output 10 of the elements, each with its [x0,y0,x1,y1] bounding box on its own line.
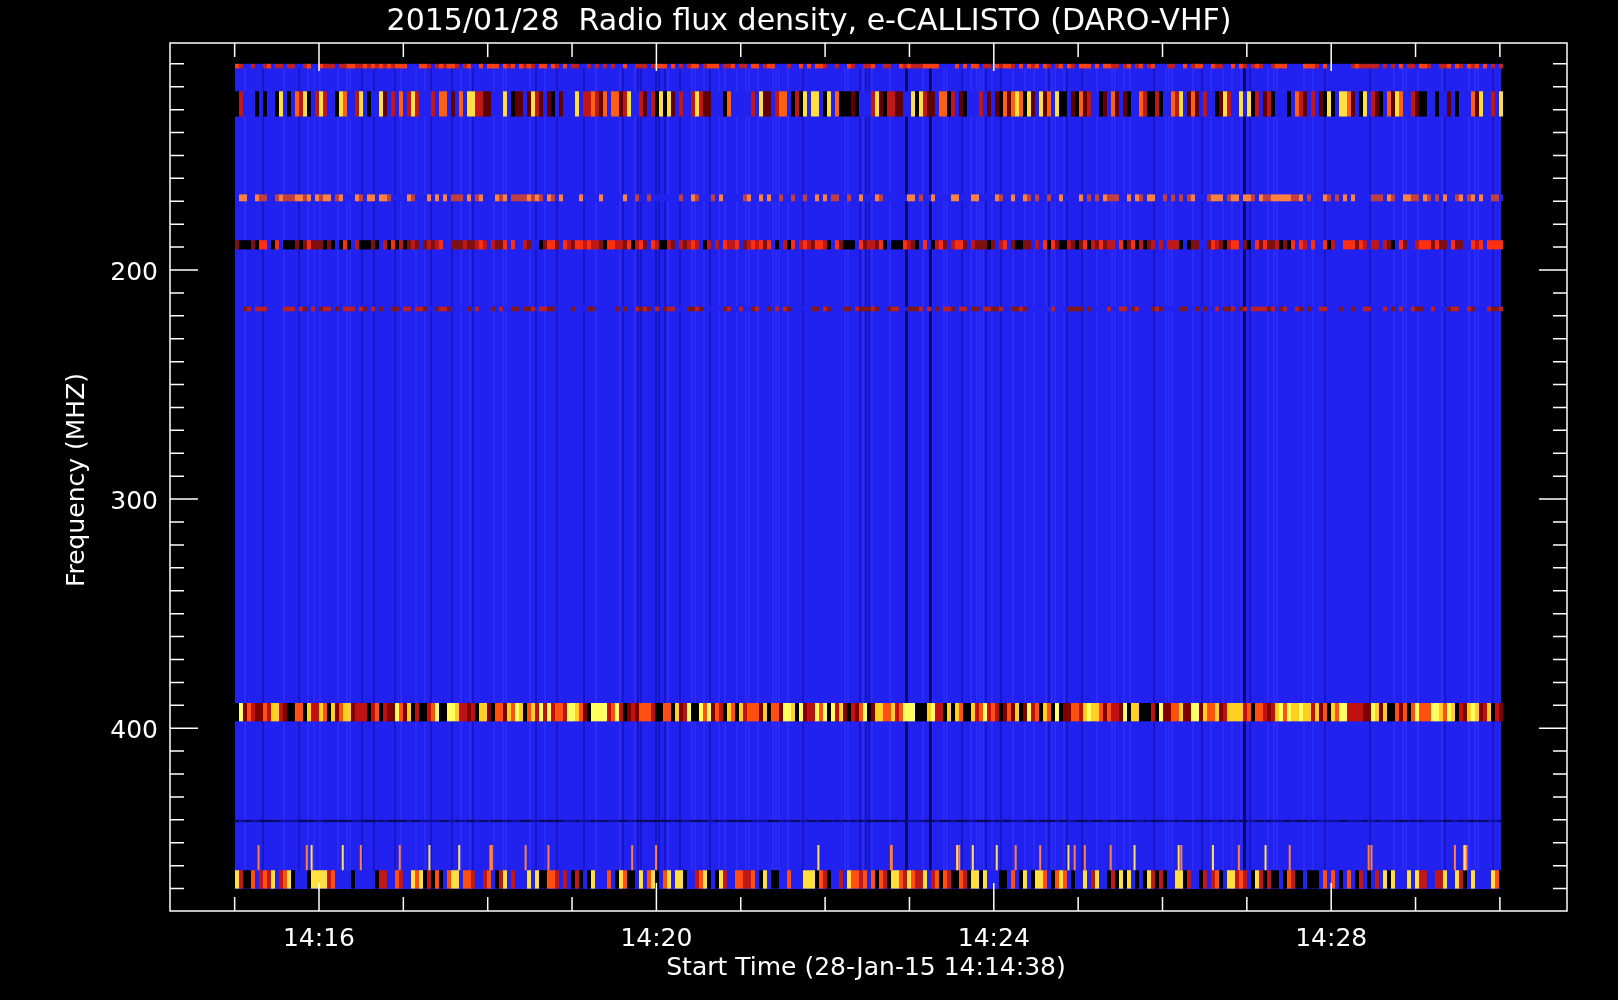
y-axis-label: Frequency (MHZ) [61,372,90,588]
y-tick-label: 400 [110,715,158,745]
y-tick-label: 300 [110,486,158,516]
chart-title: 2015/01/28 Radio flux density, e-CALLISTO (DARO-VHF) [386,2,1232,37]
y-tick-label: 200 [110,257,158,286]
x-tick-label: 14:16 [283,923,355,952]
x-axis-label: Start Time (28-Jan-15 14:14:38) [666,952,1066,981]
x-tick-label: 14:28 [1295,923,1368,952]
x-tick-label: 14:24 [957,923,1030,952]
x-tick-label: 14:20 [620,923,693,952]
